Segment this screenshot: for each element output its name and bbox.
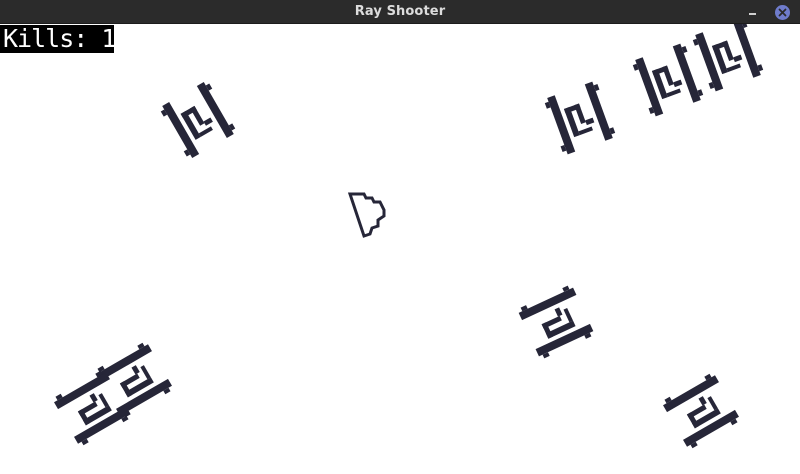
enemy-ship — [691, 24, 765, 93]
close-button[interactable] — [775, 5, 790, 20]
player-ship — [348, 192, 386, 238]
title-bar[interactable]: Ray Shooter — [0, 0, 800, 24]
game-canvas[interactable]: Kills: 14 — [0, 24, 800, 474]
game-window: Ray Shooter Kills: 14 — [0, 0, 800, 474]
enemy-ship — [631, 42, 705, 118]
kills-counter: Kills: 14 — [0, 24, 130, 53]
window-title: Ray Shooter — [354, 4, 446, 19]
enemy-ship — [661, 371, 741, 451]
enemy-ship — [516, 283, 596, 361]
enemy-ship — [158, 80, 238, 160]
kills-label: Kills: 14 — [3, 24, 130, 53]
enemy-ship — [543, 80, 617, 156]
close-icon — [778, 8, 787, 17]
minimize-button[interactable] — [745, 4, 761, 20]
game-scene — [52, 24, 765, 451]
